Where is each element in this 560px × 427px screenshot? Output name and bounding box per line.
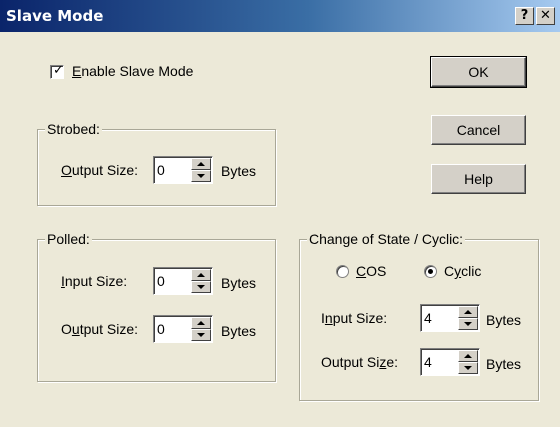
close-button[interactable]: ✕ xyxy=(536,7,555,25)
enable-slave-mode-checkbox[interactable]: ✓ Enable Slave Mode xyxy=(50,62,230,82)
arrow-down-icon xyxy=(197,333,205,337)
strobed-output-size-input[interactable] xyxy=(157,159,189,181)
polled-input-bytes-unit: Bytes xyxy=(221,275,257,291)
polled-input-size-label: Input Size: xyxy=(61,273,128,289)
polled-output-size-input[interactable] xyxy=(157,318,189,340)
cos-input-size-label: Input Size: xyxy=(321,310,388,326)
checkmark-icon: ✓ xyxy=(53,63,64,78)
polled-output-bytes-unit: Bytes xyxy=(221,323,257,339)
polled-input-down-button[interactable] xyxy=(191,281,211,293)
polled-output-down-button[interactable] xyxy=(191,329,211,341)
cos-radio-circle[interactable] xyxy=(336,265,349,278)
polled-output-size-spinner[interactable] xyxy=(153,315,213,343)
cancel-button[interactable]: Cancel xyxy=(431,115,526,145)
cyclic-radio-label: Cyclic xyxy=(444,263,482,279)
arrow-up-icon xyxy=(197,273,205,277)
strobed-group-title: Strobed: xyxy=(45,121,102,137)
window-title: Slave Mode xyxy=(6,7,104,25)
ok-button[interactable]: OK xyxy=(430,56,527,88)
cos-radio[interactable]: COS xyxy=(336,262,406,282)
polled-output-up-button[interactable] xyxy=(191,317,211,329)
polled-input-size-input[interactable] xyxy=(157,270,189,292)
cos-cyclic-group-title: Change of State / Cyclic: xyxy=(307,231,466,247)
arrow-down-icon xyxy=(197,174,205,178)
arrow-up-icon xyxy=(197,321,205,325)
cos-output-down-button[interactable] xyxy=(458,362,478,374)
strobed-groupbox: Strobed: Output Size: Bytes xyxy=(37,121,276,206)
cos-input-bytes-unit: Bytes xyxy=(486,312,522,328)
cos-output-up-button[interactable] xyxy=(458,350,478,362)
arrow-up-icon xyxy=(464,310,472,314)
dialog-body: ✓ Enable Slave Mode OK Cancel Help Strob… xyxy=(0,32,560,427)
strobed-output-down-button[interactable] xyxy=(191,170,211,182)
radio-selected-dot xyxy=(428,269,433,274)
cos-output-bytes-unit: Bytes xyxy=(486,356,522,372)
cos-input-down-button[interactable] xyxy=(458,318,478,330)
close-icon: ✕ xyxy=(540,8,551,23)
arrow-up-icon xyxy=(197,162,205,166)
enable-slave-mode-label: Enable Slave Mode xyxy=(72,63,194,79)
polled-input-up-button[interactable] xyxy=(191,269,211,281)
help-button[interactable]: Help xyxy=(431,164,526,194)
cos-output-size-spinner[interactable] xyxy=(420,348,480,376)
polled-group-title: Polled: xyxy=(45,231,92,247)
arrow-down-icon xyxy=(464,366,472,370)
cos-input-up-button[interactable] xyxy=(458,306,478,318)
cyclic-radio-circle[interactable] xyxy=(424,265,437,278)
cyclic-radio[interactable]: Cyclic xyxy=(424,262,504,282)
cos-radio-label: COS xyxy=(356,263,387,279)
context-help-button[interactable]: ? xyxy=(515,7,534,25)
polled-groupbox: Polled: Input Size: Bytes Output Size: B… xyxy=(37,231,276,382)
strobed-output-size-label: Output Size: xyxy=(61,162,139,178)
cos-input-size-input[interactable] xyxy=(424,307,456,329)
help-icon: ? xyxy=(520,8,529,23)
cos-cyclic-groupbox: Change of State / Cyclic: COS Cyclic Inp… xyxy=(299,231,539,401)
title-bar: Slave Mode ? ✕ xyxy=(0,0,560,32)
arrow-up-icon xyxy=(464,354,472,358)
arrow-down-icon xyxy=(197,285,205,289)
strobed-bytes-unit: Bytes xyxy=(221,163,257,179)
arrow-down-icon xyxy=(464,322,472,326)
strobed-output-up-button[interactable] xyxy=(191,158,211,170)
polled-output-size-label: Output Size: xyxy=(61,321,139,337)
cos-output-size-input[interactable] xyxy=(424,351,456,373)
checkbox-box[interactable]: ✓ xyxy=(50,63,64,79)
cos-output-size-label: Output Size: xyxy=(321,354,399,370)
strobed-output-size-spinner[interactable] xyxy=(153,156,213,184)
cos-input-size-spinner[interactable] xyxy=(420,304,480,332)
polled-input-size-spinner[interactable] xyxy=(153,267,213,295)
